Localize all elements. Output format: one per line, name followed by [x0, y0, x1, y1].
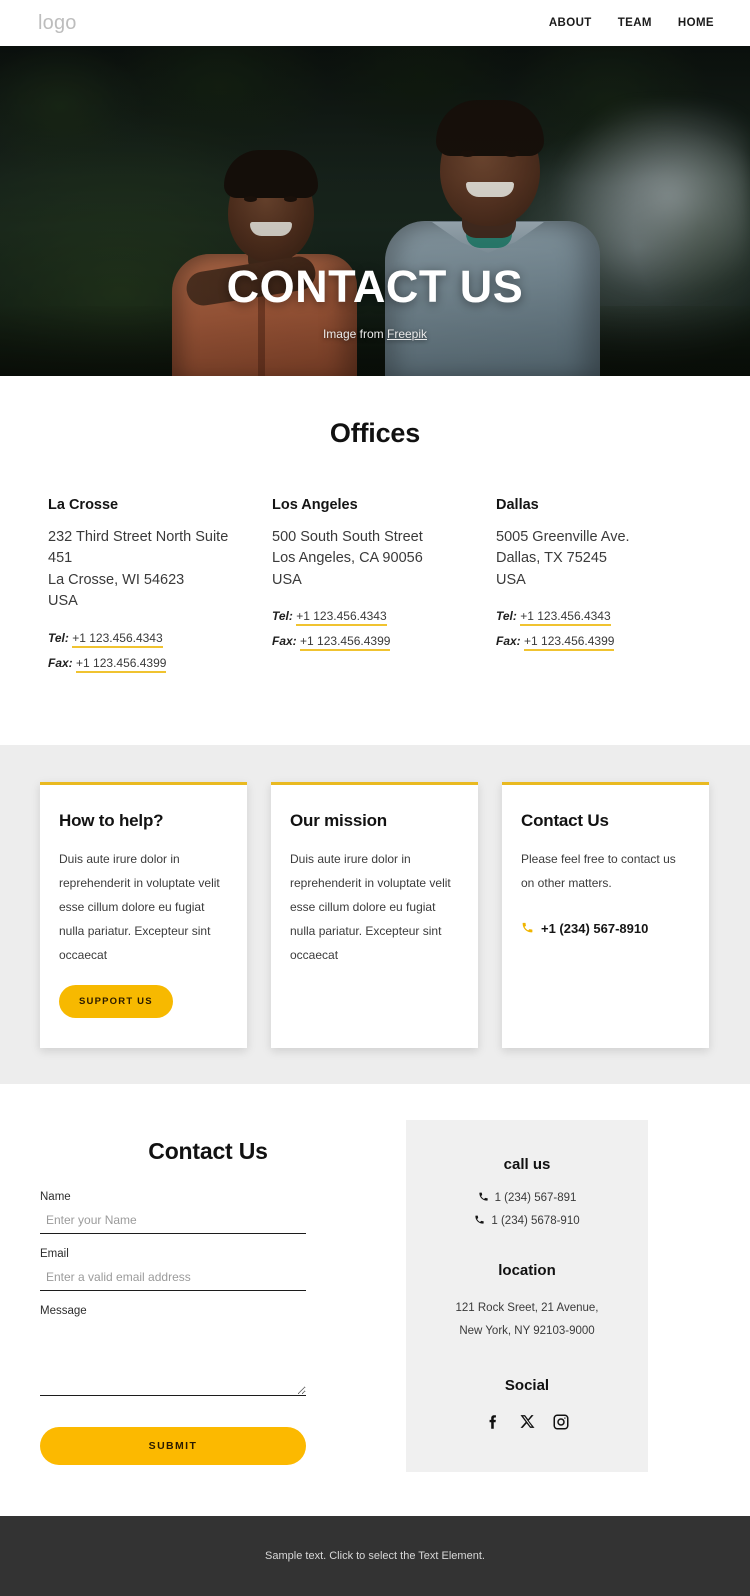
office-tel-row: Tel: +1 123.456.4343 [272, 609, 468, 627]
contact-info-panel: call us 1 (234) 567-891 1 (234) 5678-910… [406, 1119, 648, 1472]
card-our-mission: Our mission Duis aute irure dolor in rep… [271, 781, 478, 1048]
offices-grid: La Crosse 232 Third Street North Suite 4… [0, 497, 750, 681]
office-address: 500 South South Street Los Angeles, CA 9… [272, 529, 423, 588]
office-address: 232 Third Street North Suite 451 La Cros… [48, 529, 229, 610]
office-tel-label: Tel: [496, 609, 517, 624]
phone-icon [474, 1214, 485, 1228]
submit-button[interactable]: SUBMIT [40, 1426, 306, 1465]
aside-phone-number: 1 (234) 567-891 [494, 1191, 577, 1204]
card-contact-us: Contact Us Please feel free to contact u… [502, 781, 709, 1048]
info-cards-grid: How to help? Duis aute irure dolor in re… [0, 781, 750, 1048]
office-fax-value[interactable]: +1 123.456.4399 [76, 655, 167, 673]
social-title: Social [504, 1376, 550, 1394]
info-cards-section: How to help? Duis aute irure dolor in re… [0, 744, 750, 1084]
nav-link-about[interactable]: ABOUT [549, 17, 592, 29]
hero-banner: CONTACT US Image from Freepik [0, 46, 750, 376]
call-us-title: call us [503, 1155, 551, 1173]
office-fax-row: Fax: +1 123.456.4399 [496, 634, 692, 652]
card-text: Duis aute irure dolor in reprehenderit i… [290, 851, 451, 962]
email-label: Email [40, 1247, 69, 1260]
office-fax-value[interactable]: +1 123.456.4399 [300, 634, 391, 652]
nav-link-home[interactable]: HOME [678, 17, 714, 29]
card-title: Contact Us [521, 810, 609, 830]
office-name: Los Angeles [272, 497, 358, 513]
office-fax-label: Fax: [272, 634, 297, 649]
location-address-line-2: New York, NY 92103-9000 [459, 1324, 595, 1337]
email-input[interactable] [40, 1266, 306, 1291]
office-name: Dallas [496, 497, 539, 513]
support-us-button[interactable]: SUPPORT US [59, 984, 173, 1018]
name-label: Name [40, 1190, 71, 1203]
page-root: logo ABOUT TEAM HOME CONTACT US Image fr… [0, 0, 750, 1596]
hero-credit-prefix: Image from [322, 327, 387, 341]
card-text: Duis aute irure dolor in reprehenderit i… [59, 851, 220, 962]
card-text: Please feel free to contact us on other … [521, 851, 676, 890]
social-links [426, 1412, 628, 1432]
main-navigation: ABOUT TEAM HOME [549, 17, 714, 29]
site-footer: Sample text. Click to select the Text El… [0, 1515, 750, 1596]
offices-title: Offices [329, 418, 421, 448]
instagram-icon[interactable] [551, 1412, 571, 1432]
card-title: Our mission [290, 810, 387, 830]
x-twitter-icon[interactable] [517, 1412, 537, 1432]
site-logo[interactable]: logo [38, 12, 77, 35]
field-email: Email [40, 1248, 376, 1291]
hero-content: CONTACT US Image from Freepik [0, 261, 750, 341]
call-us-block: call us 1 (234) 567-891 1 (234) 5678-910 [426, 1156, 628, 1228]
contact-form-title: Contact Us [148, 1137, 268, 1164]
footer-sample-text[interactable]: Sample text. Click to select the Text El… [265, 1550, 485, 1562]
facebook-icon[interactable] [483, 1412, 503, 1432]
office-address: 5005 Greenville Ave. Dallas, TX 75245 US… [496, 529, 630, 588]
office-los-angeles: Los Angeles 500 South South Street Los A… [272, 497, 468, 681]
office-la-crosse: La Crosse 232 Third Street North Suite 4… [48, 497, 244, 681]
office-fax-value[interactable]: +1 123.456.4399 [524, 634, 615, 652]
social-block: Social [426, 1377, 628, 1432]
aside-phone-number: 1 (234) 5678-910 [491, 1214, 580, 1227]
hero-title: CONTACT US [226, 261, 524, 312]
office-fax-label: Fax: [496, 634, 521, 649]
card-how-to-help: How to help? Duis aute irure dolor in re… [40, 781, 247, 1048]
contact-form: Contact Us Name Email Message SUBMIT [40, 1120, 376, 1465]
field-name: Name [40, 1191, 376, 1234]
field-message: Message [40, 1305, 376, 1401]
card-phone-row[interactable]: +1 (234) 567-8910 [521, 921, 690, 937]
aside-phone-row-2[interactable]: 1 (234) 5678-910 [426, 1214, 628, 1228]
phone-icon [478, 1191, 489, 1205]
card-phone-number: +1 (234) 567-8910 [541, 921, 649, 937]
name-input[interactable] [40, 1209, 306, 1234]
card-title: How to help? [59, 810, 164, 830]
message-label: Message [40, 1304, 87, 1317]
office-tel-value[interactable]: +1 123.456.4343 [520, 609, 611, 627]
office-name: La Crosse [48, 497, 119, 513]
location-title: location [498, 1261, 556, 1279]
site-header: logo ABOUT TEAM HOME [0, 0, 750, 46]
office-fax-row: Fax: +1 123.456.4399 [48, 655, 244, 673]
office-tel-label: Tel: [272, 609, 293, 624]
freepik-link[interactable]: Freepik [387, 327, 427, 341]
office-tel-value[interactable]: +1 123.456.4343 [72, 630, 163, 648]
contact-section: Contact Us Name Email Message SUBMIT cal… [0, 1083, 750, 1516]
office-tel-row: Tel: +1 123.456.4343 [496, 609, 692, 627]
office-fax-row: Fax: +1 123.456.4399 [272, 634, 468, 652]
office-fax-label: Fax: [48, 655, 73, 670]
aside-phone-row-1[interactable]: 1 (234) 567-891 [426, 1191, 628, 1205]
office-tel-label: Tel: [48, 630, 69, 645]
office-tel-row: Tel: +1 123.456.4343 [48, 630, 244, 648]
nav-link-team[interactable]: TEAM [618, 17, 652, 29]
message-textarea[interactable] [40, 1323, 306, 1396]
location-block: location 121 Rock Sreet, 21 Avenue, New … [426, 1262, 628, 1343]
office-dallas: Dallas 5005 Greenville Ave. Dallas, TX 7… [496, 497, 692, 681]
hero-image-credit: Image from Freepik [0, 327, 750, 341]
location-address-line-1: 121 Rock Sreet, 21 Avenue, [455, 1301, 599, 1314]
office-tel-value[interactable]: +1 123.456.4343 [296, 609, 387, 627]
phone-icon [521, 921, 534, 937]
offices-section: Offices La Crosse 232 Third Street North… [0, 376, 750, 745]
